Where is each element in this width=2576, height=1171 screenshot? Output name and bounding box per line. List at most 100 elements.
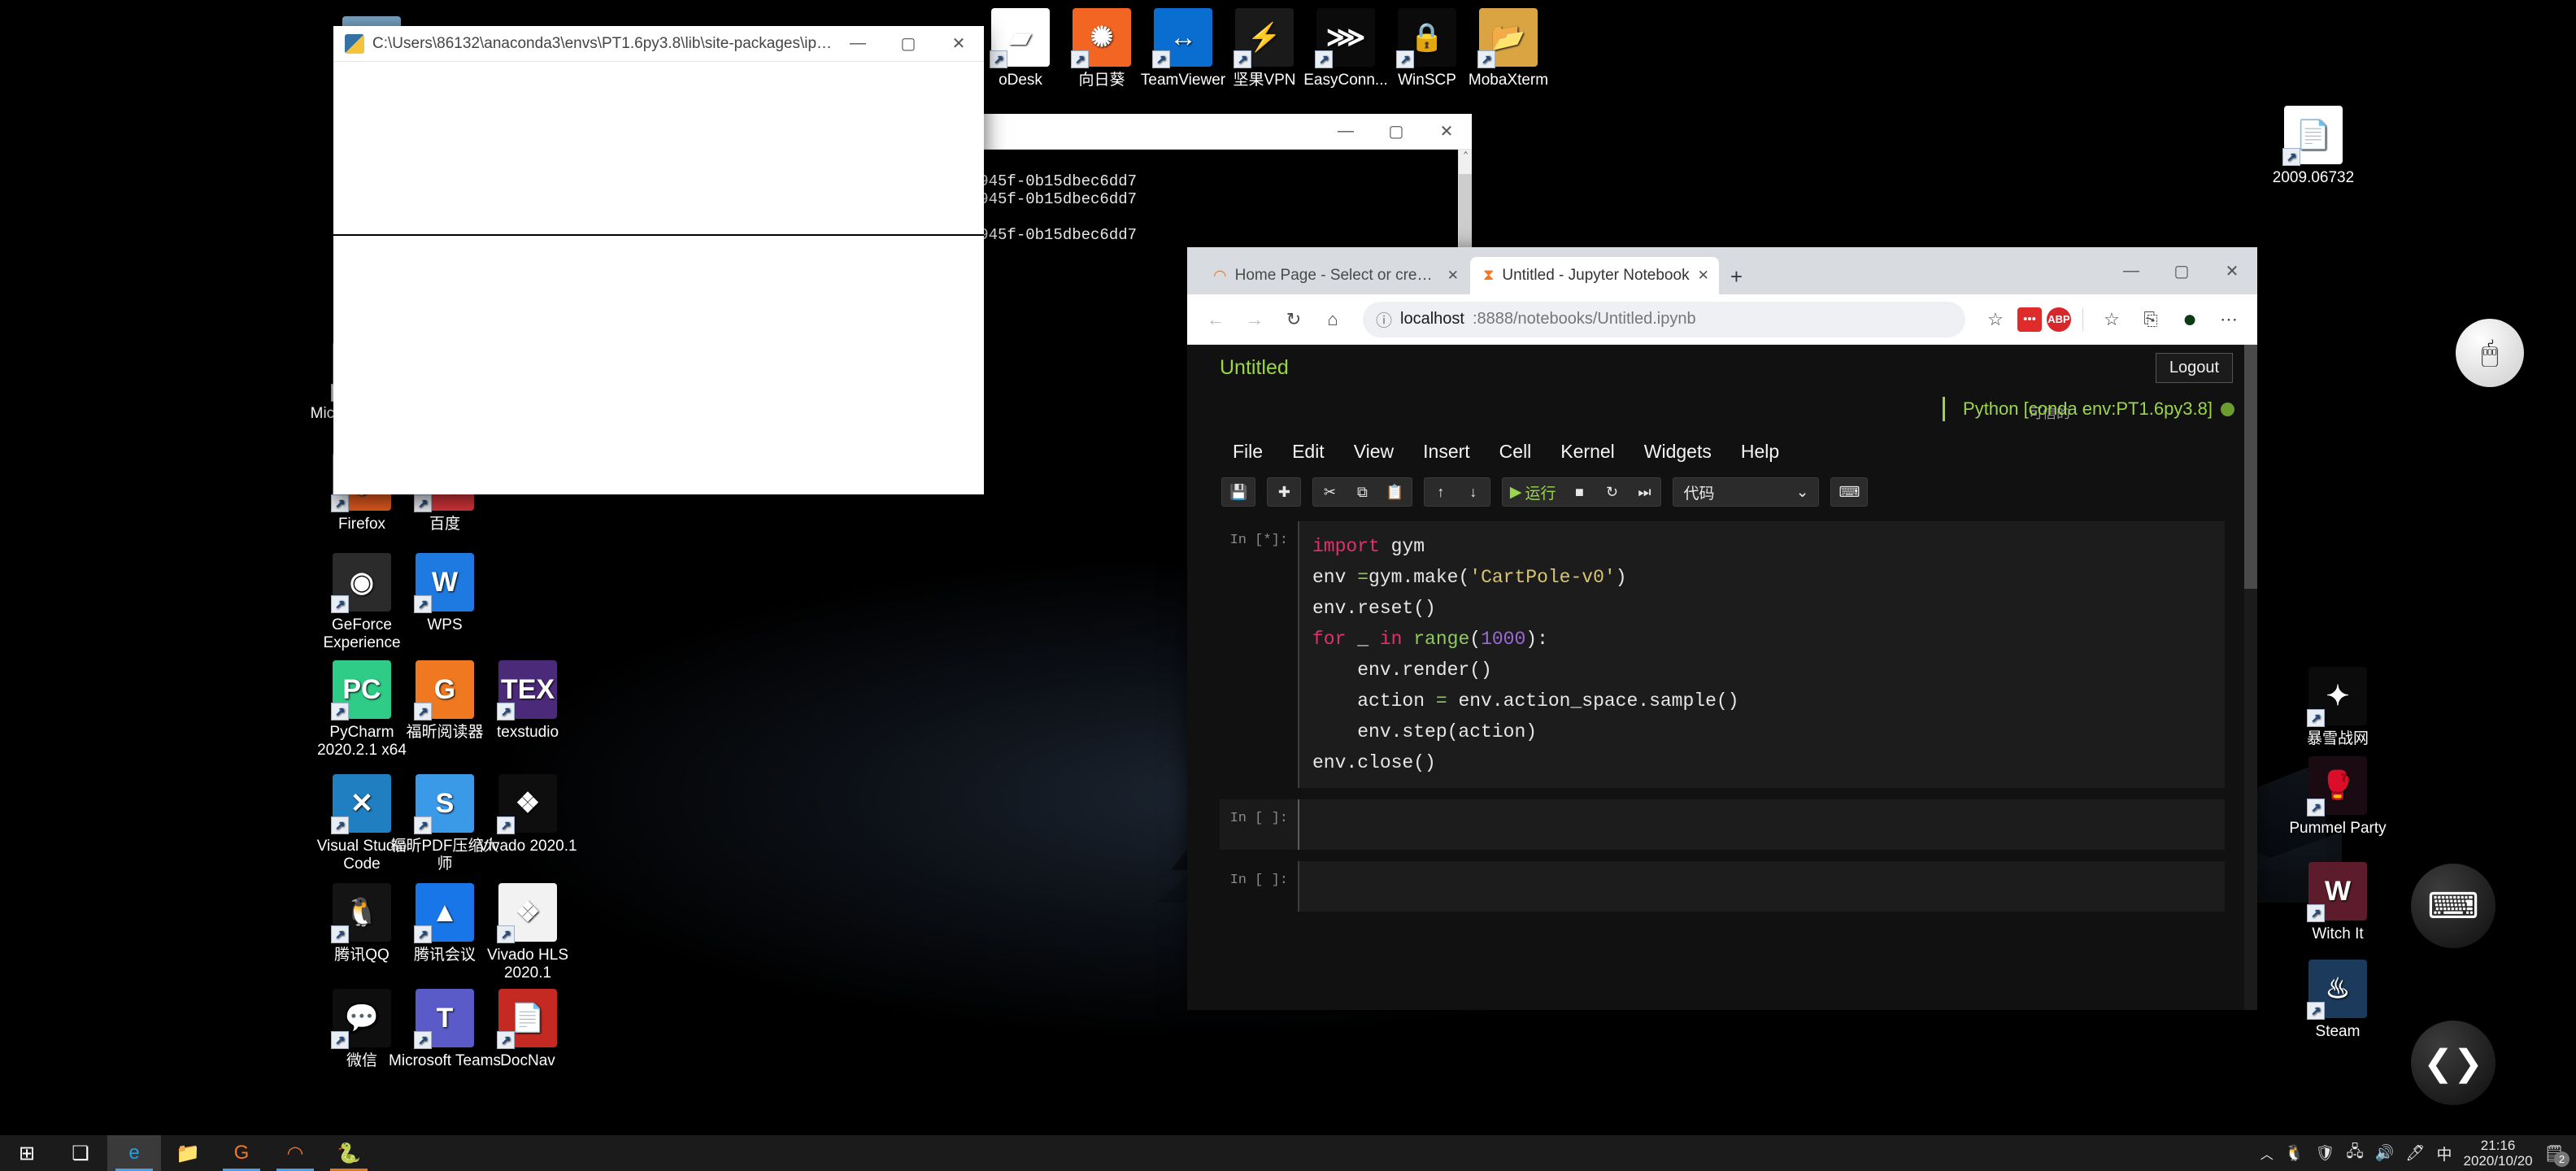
logout-button[interactable]: Logout [2155, 353, 2233, 383]
tray-pen-icon[interactable]: 🖊 [2405, 1143, 2425, 1163]
desktop-icon-vivado-hls[interactable]: ❖ ↗ Vivado HLS 2020.1 [467, 883, 589, 982]
taskbar-jupyter[interactable]: ◠ [268, 1135, 322, 1171]
cmd-titlebar[interactable]: — ▢ ✕ [968, 114, 1472, 150]
back-icon[interactable]: ← [1199, 303, 1233, 337]
kernel-indicator[interactable]: Python [conda env:PT1.6py3.8] [1943, 397, 2234, 421]
floating-assistant-ball[interactable]: 🖱 [2456, 319, 2524, 387]
desktop-icon-docnav[interactable]: 📄 ↗ DocNav [467, 989, 589, 1070]
browser-maximize-button[interactable]: ▢ [2156, 247, 2207, 294]
browser-minimize-button[interactable]: — [2106, 247, 2156, 294]
taskbar-clock[interactable]: 21:16 2020/10/20 [2464, 1138, 2533, 1169]
cell-input-area[interactable]: import gym env =gym.make('CartPole-v0') en… [1298, 521, 2225, 788]
tray-network-icon[interactable]: 🖧 [2347, 1140, 2364, 1166]
desktop-icon-pummel-party[interactable]: 🥊 ↗ Pummel Party [2277, 756, 2399, 838]
menu-insert[interactable]: Insert [1412, 437, 1482, 466]
lastpass-extension-icon[interactable]: ••• [2017, 307, 2042, 332]
shortcut-arrow-icon: ↗ [331, 595, 349, 613]
code-cell-3[interactable]: In [ ]: [1220, 861, 2225, 912]
code-token: gym [1390, 536, 1425, 557]
code-cell-2[interactable]: In [ ]: [1220, 799, 2225, 850]
jupyter-scroll-thumb[interactable] [2244, 345, 2257, 589]
tray-penguin-icon[interactable]: 🐧 [2285, 1143, 2304, 1163]
restart-and-run-all-button[interactable]: ⏭ [1628, 478, 1660, 506]
move-cell-down-button[interactable]: ↓ [1457, 478, 1490, 506]
cartpole-minimize-button[interactable]: — [833, 26, 883, 62]
desktop-icon-wps[interactable]: W ↗ WPS [384, 553, 506, 634]
browser-tabstrip[interactable]: ◠ Home Page - Select or create a n ✕ ⧗ Untit… [1187, 247, 2257, 294]
home-icon[interactable]: ⌂ [1316, 303, 1350, 337]
cmd-maximize-button[interactable]: ▢ [1371, 114, 1421, 150]
tray-security-icon[interactable]: 🛡 [2315, 1143, 2334, 1163]
code-token: env.render() [1312, 660, 1492, 681]
taskbar-python-console[interactable]: 🐍 [322, 1135, 376, 1171]
favorites-list-icon[interactable]: ☆ [2095, 303, 2129, 337]
cmd-minimize-button[interactable]: — [1321, 114, 1371, 150]
cartpole-titlebar[interactable]: C:\Users\86132\anaconda3\envs\PT1.6py3.8… [333, 26, 984, 62]
address-bar[interactable]: ⓘ localhost:8888/notebooks/Untitled.ipyn… [1363, 301, 1965, 337]
taskbar-edge[interactable]: e [107, 1135, 161, 1171]
desktop-icon-vivado[interactable]: ❖ ↗ Vivado 2020.1 [467, 774, 589, 855]
cartpole-close-button[interactable]: ✕ [933, 26, 984, 62]
action-center-button[interactable]: 🗒 2 [2544, 1143, 2569, 1167]
copy-button[interactable]: ⧉ [1346, 478, 1378, 506]
floating-keyboard-button[interactable]: ⌨ [2411, 864, 2496, 948]
cmd-close-button[interactable]: ✕ [1421, 114, 1472, 150]
code-line: for _ in range(1000): [1312, 624, 2212, 655]
task-view-button[interactable]: ❏ [54, 1135, 107, 1171]
favorite-star-icon[interactable]: ☆ [1978, 303, 2012, 337]
menu-widgets[interactable]: Widgets [1633, 437, 1723, 466]
restart-kernel-button[interactable]: ↻ [1595, 478, 1628, 506]
cartpole-render-window[interactable]: C:\Users\86132\anaconda3\envs\PT1.6py3.8… [333, 26, 984, 494]
adblock-plus-extension-icon[interactable]: ABP [2047, 307, 2071, 332]
insert-cell-button[interactable]: ✚ [1268, 478, 1300, 506]
menu-view[interactable]: View [1342, 437, 1405, 466]
browser-close-button[interactable]: ✕ [2207, 247, 2257, 294]
desktop-icon-battlenet[interactable]: ✦ ↗ 暴雪战网 [2277, 667, 2399, 748]
tray-volume-icon[interactable]: 🔊 [2375, 1143, 2395, 1163]
refresh-icon[interactable]: ↻ [1277, 303, 1311, 337]
browser-settings-icon[interactable]: ⋯ [2212, 303, 2246, 337]
desktop-icon-steam[interactable]: ♨ ↗ Steam [2277, 960, 2399, 1041]
notebook-name[interactable]: Untitled [1220, 356, 1289, 380]
cell-input-area[interactable] [1298, 799, 2225, 850]
desktop-icon-mobaxterm[interactable]: 📂 ↗ MobaXterm [1447, 8, 1569, 89]
run-button[interactable]: ▶ 运行 [1503, 478, 1564, 506]
collections-icon[interactable]: ⎘ [2134, 303, 2168, 337]
interrupt-kernel-button[interactable]: ■ [1563, 478, 1595, 506]
menu-file[interactable]: File [1221, 437, 1274, 466]
profile-avatar[interactable]: ● [2173, 303, 2207, 337]
code-cell-1[interactable]: In [*]: import gym env =gym.make('CartPole… [1220, 521, 2225, 788]
menu-help[interactable]: Help [1730, 437, 1791, 466]
forward-icon[interactable]: → [1238, 303, 1272, 337]
start-button[interactable]: ⊞ [0, 1135, 54, 1171]
move-cell-up-button[interactable]: ↑ [1425, 478, 1457, 506]
taskbar-file-explorer[interactable]: 📁 [161, 1135, 215, 1171]
menu-kernel[interactable]: Kernel [1549, 437, 1625, 466]
jupyter-page-scrollbar[interactable] [2244, 345, 2257, 1010]
cartpole-maximize-button[interactable]: ▢ [883, 26, 933, 62]
desktop-icon-texstudio[interactable]: TEX ↗ texstudio [467, 660, 589, 742]
new-tab-button[interactable]: + [1719, 264, 1754, 294]
desktop-icon-pdf-2009-06732[interactable]: 📄 ↗ 2009.06732 [2252, 106, 2374, 187]
site-info-icon[interactable]: ⓘ [1376, 307, 1392, 331]
cell-input-area[interactable] [1298, 861, 2225, 912]
menu-cell[interactable]: Cell [1488, 437, 1543, 466]
floating-code-button[interactable]: ❮❯ [2411, 1021, 2496, 1105]
menu-edit[interactable]: Edit [1281, 437, 1336, 466]
save-button[interactable]: 💾 [1222, 478, 1255, 506]
cell-type-select[interactable]: 代码 ⌄ [1673, 477, 1820, 507]
cut-button[interactable]: ✂ [1313, 478, 1346, 506]
desktop-icon-witch-it[interactable]: W ↗ Witch It [2277, 862, 2399, 943]
tab-close-icon[interactable]: ✕ [1447, 268, 1459, 284]
tab-home-page[interactable]: ◠ Home Page - Select or create a n ✕ [1200, 257, 1469, 294]
tray-expand-chevron-icon[interactable]: ︿ [2261, 1143, 2274, 1163]
paste-button[interactable]: 📋 [1378, 478, 1411, 506]
taskbar-foxit-reader[interactable]: G [215, 1135, 268, 1171]
cell-prompt: In [*]: [1229, 533, 1288, 548]
cmd-scroll-up-arrow[interactable]: ⌃ [1459, 150, 1472, 163]
tray-ime-icon[interactable]: 中 [2437, 1143, 2452, 1164]
tab-untitled-notebook[interactable]: ⧗ Untitled - Jupyter Notebook ✕ [1470, 257, 1719, 294]
edge-browser-window[interactable]: ◠ Home Page - Select or create a n ✕ ⧗ Untit… [1187, 247, 2257, 1010]
command-palette-button[interactable]: ⌨ [1831, 478, 1867, 506]
tab-close-icon[interactable]: ✕ [1698, 268, 1709, 284]
